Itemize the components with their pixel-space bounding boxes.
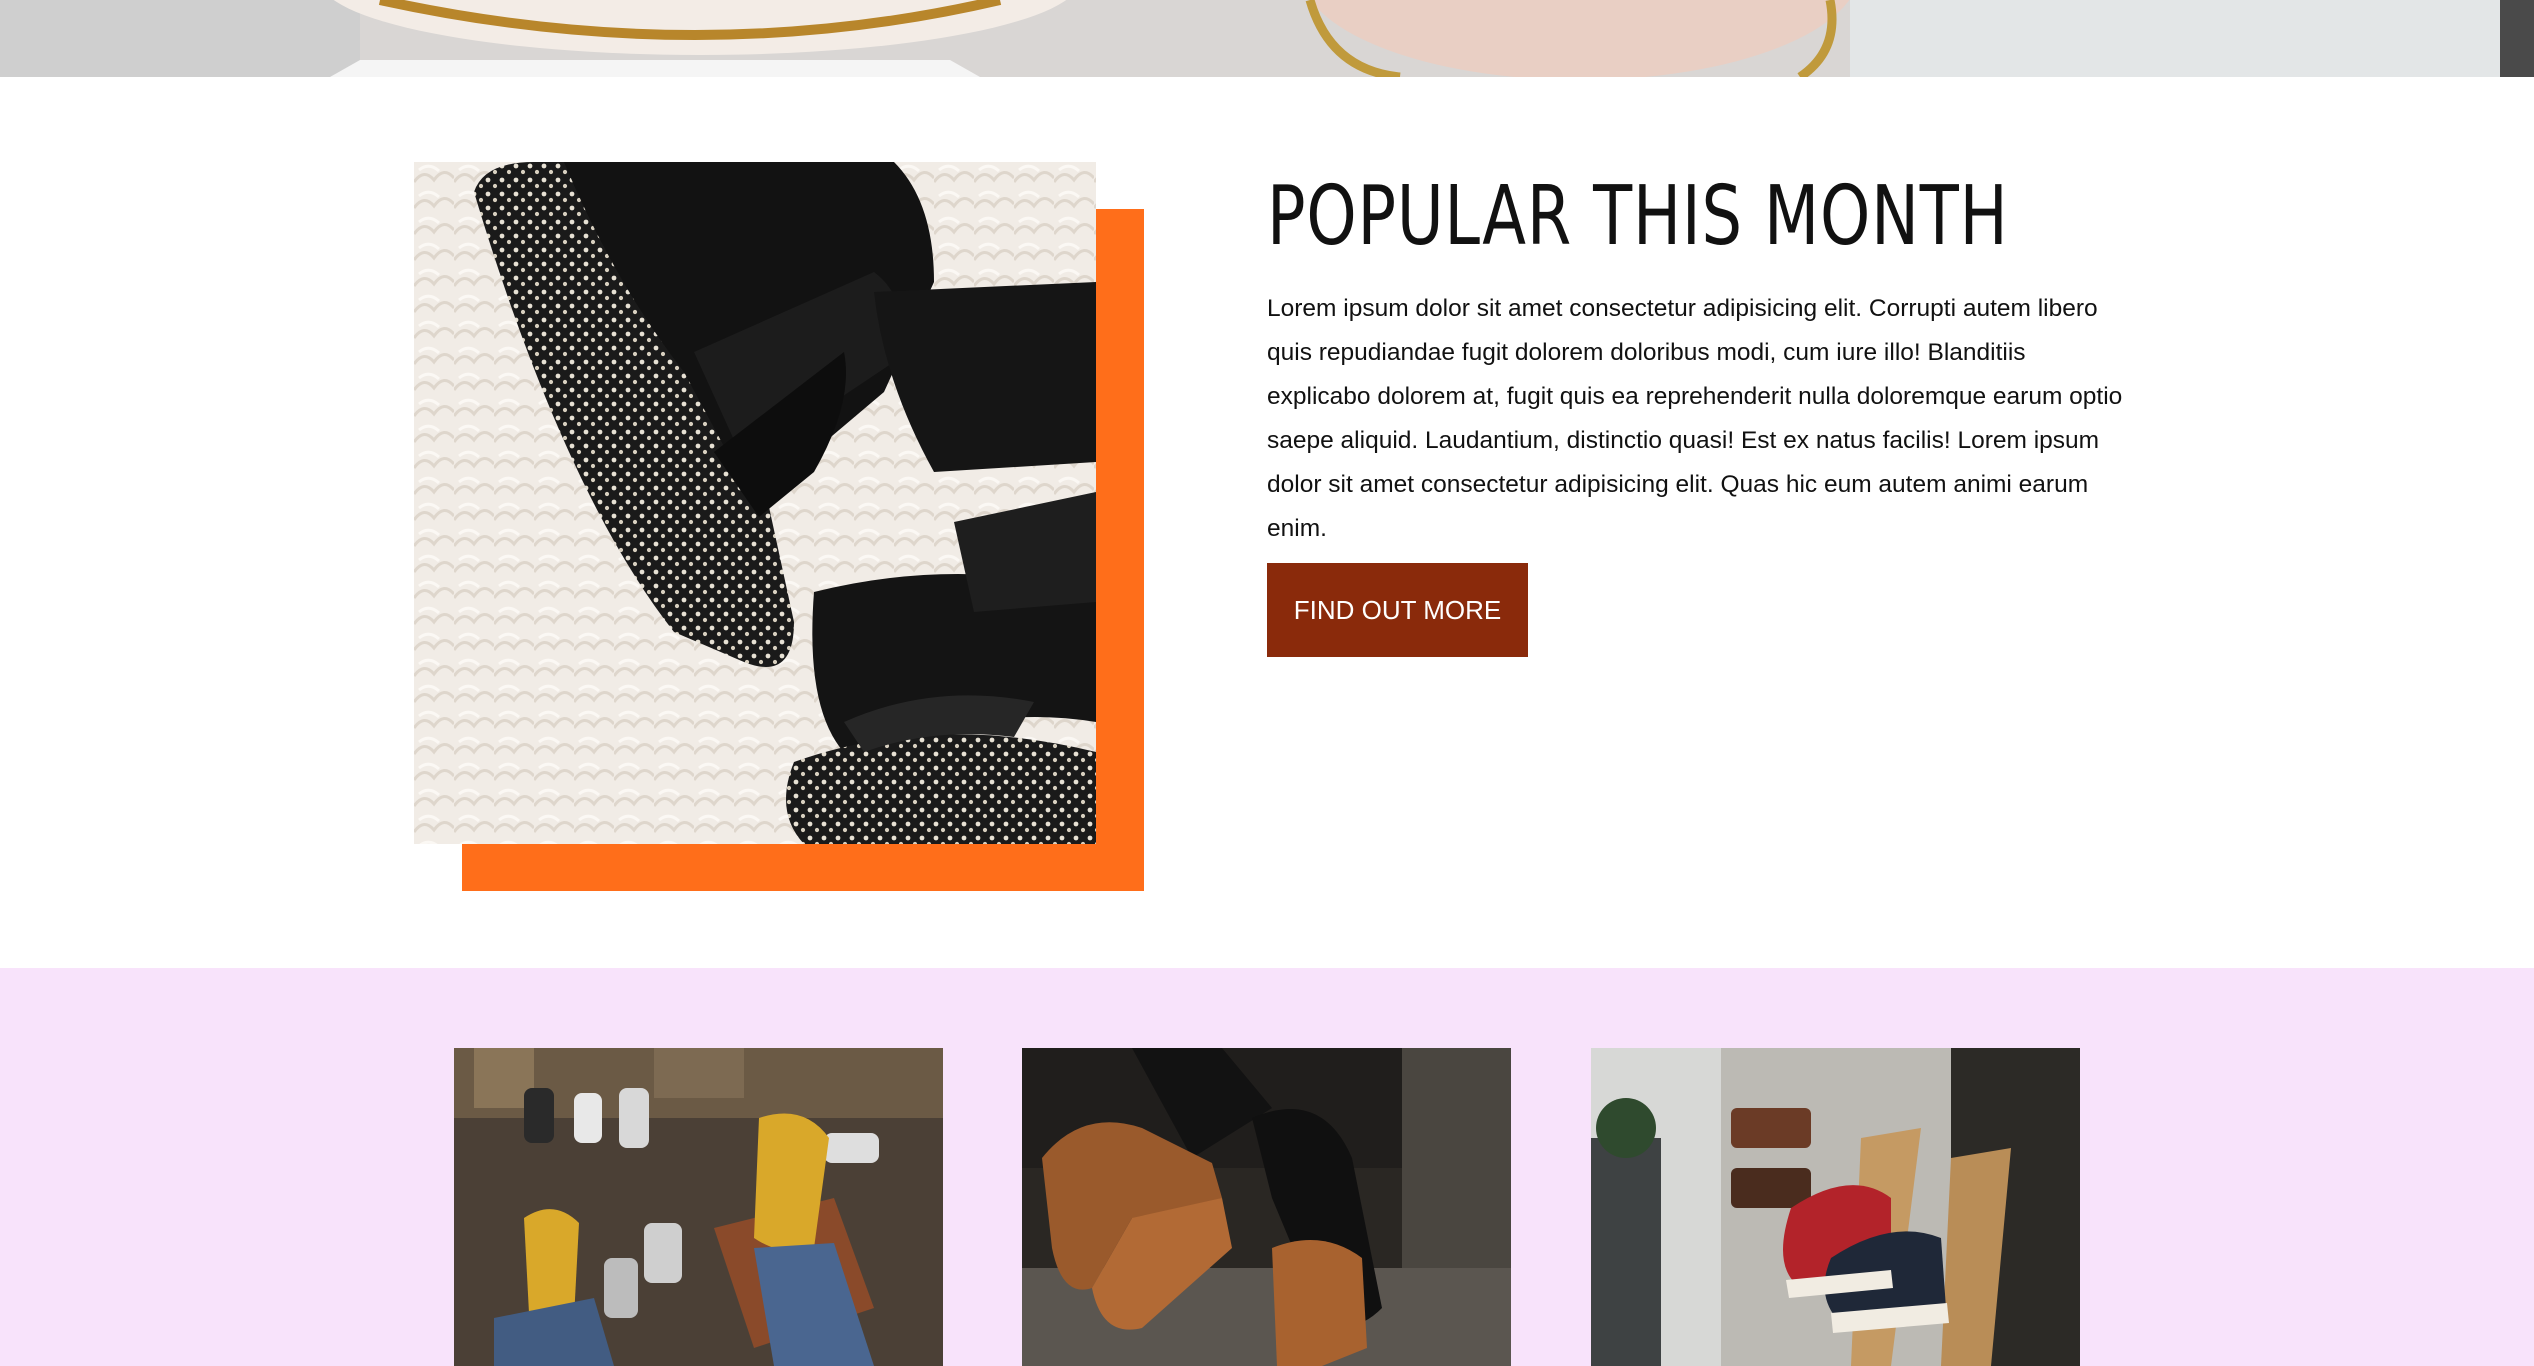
hero-image — [0, 0, 2534, 77]
section-title: POPULAR THIS MONTH — [1267, 169, 2009, 264]
gallery-image-brown-boots[interactable] — [1022, 1048, 1511, 1366]
popular-text-column: POPULAR THIS MONTH Lorem ipsum dolor sit… — [1267, 157, 2127, 657]
gallery-image-yellow-sneakers[interactable] — [454, 1048, 943, 1366]
popular-section: POPULAR THIS MONTH Lorem ipsum dolor sit… — [0, 77, 2534, 968]
section-description: Lorem ipsum dolor sit amet consectetur a… — [1267, 295, 2123, 542]
gallery-section — [0, 968, 2534, 1366]
feature-shoes-image — [414, 162, 1096, 844]
find-out-more-button[interactable]: FIND OUT MORE — [1267, 563, 1528, 657]
gallery-image-sneakers-shelf[interactable] — [1591, 1048, 2080, 1366]
